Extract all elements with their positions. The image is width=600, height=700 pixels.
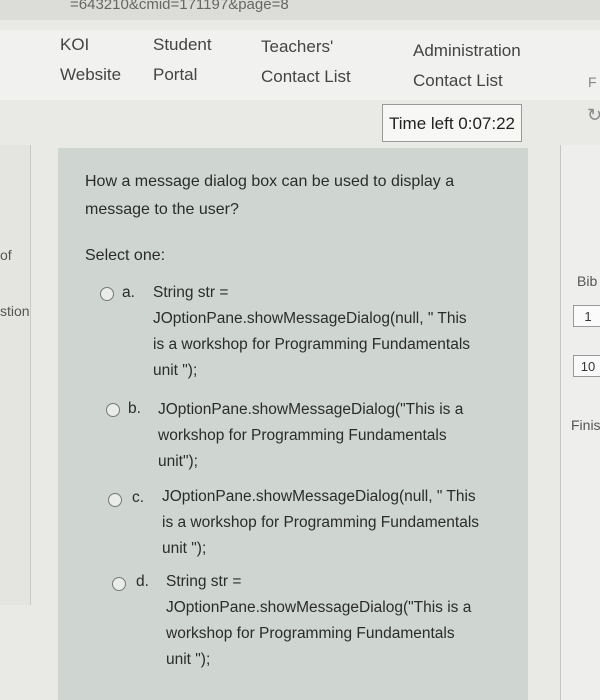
question-text: How a message dialog box can be used to … [85, 168, 505, 224]
option-line: unit"); [158, 453, 198, 470]
nav-link-line: Student [153, 35, 212, 54]
url-text: =643210&cmid=171197&page=8 [70, 0, 289, 13]
nav-link-line: Contact List [261, 67, 351, 86]
nav-link-koi-website[interactable]: KOI Website [60, 30, 121, 90]
option-b-radio[interactable] [106, 403, 120, 417]
option-line: String str = [153, 284, 229, 301]
option-c-radio[interactable] [108, 493, 122, 507]
option-line: JOptionPane.showMessageDialog(null, " Th… [162, 488, 476, 505]
nav-link-student-portal[interactable]: Student Portal [153, 30, 212, 90]
option-line: is a workshop for Programming Fundamenta… [162, 514, 480, 531]
option-line: JOptionPane.showMessageDialog("This is a [158, 401, 464, 418]
option-line: workshop for Programming Fundamentals [158, 427, 447, 444]
option-line: is a workshop for Programming Fundamenta… [153, 336, 471, 353]
option-d-radio[interactable] [112, 577, 126, 591]
question-nav-button[interactable]: 1 [573, 305, 600, 327]
refresh-icon[interactable]: ↻ [587, 105, 600, 126]
option-line: JOptionPane.showMessageDialog("This is a [166, 599, 472, 616]
option-d-letter: d. [136, 573, 149, 590]
option-line: unit "); [162, 540, 207, 557]
option-b-text[interactable]: JOptionPane.showMessageDialog("This is a… [158, 397, 463, 475]
finish-attempt-link[interactable]: Finis [571, 417, 600, 433]
sidebar-fragment: stion [0, 303, 30, 319]
time-left-timer: Time left 0:07:22 [382, 104, 522, 142]
nav-link-line: Contact List [413, 71, 503, 90]
option-line: String str = [166, 573, 242, 590]
option-c-letter: c. [132, 489, 145, 506]
question-line: message to the user? [85, 201, 239, 218]
nav-link-line: Portal [153, 65, 198, 84]
nav-fragment: F [588, 74, 597, 90]
quiz-navigation-panel: ↻ Bib 1 10 Finis [560, 105, 600, 700]
panel-fragment: Bib [577, 273, 598, 289]
option-a-radio[interactable] [100, 287, 114, 301]
option-a-letter: a. [122, 284, 135, 301]
nav-link-line: Teachers' [261, 37, 334, 56]
nav-link-line: KOI [60, 35, 90, 54]
option-line: JOptionPane.showMessageDialog(null, " Th… [153, 310, 467, 327]
top-navigation: KOI Website Student Portal Teachers' Con… [0, 30, 600, 100]
nav-link-administration-contact-list[interactable]: Administration Contact List [413, 36, 521, 96]
nav-link-line: Website [60, 65, 122, 84]
option-c-text[interactable]: JOptionPane.showMessageDialog(null, " Th… [162, 484, 479, 562]
option-line: workshop for Programming Fundamentals [166, 625, 455, 642]
nav-link-teachers-contact-list[interactable]: Teachers' Contact List [261, 32, 351, 92]
option-d-text[interactable]: String str = JOptionPane.showMessageDial… [166, 569, 471, 673]
select-one-label: Select one: [85, 247, 166, 264]
option-b-letter: b. [128, 400, 141, 417]
sidebar-fragment: of [0, 247, 12, 263]
left-sidebar: of stion [0, 145, 31, 605]
question-nav-button[interactable]: 10 [573, 355, 600, 377]
option-line: unit "); [166, 651, 211, 668]
nav-link-line: Administration [413, 41, 521, 60]
option-line: unit "); [153, 362, 198, 379]
option-a-text[interactable]: String str = JOptionPane.showMessageDial… [153, 280, 470, 384]
url-bar[interactable]: =643210&cmid=171197&page=8 [0, 0, 600, 20]
question-line: How a message dialog box can be used to … [85, 173, 455, 190]
